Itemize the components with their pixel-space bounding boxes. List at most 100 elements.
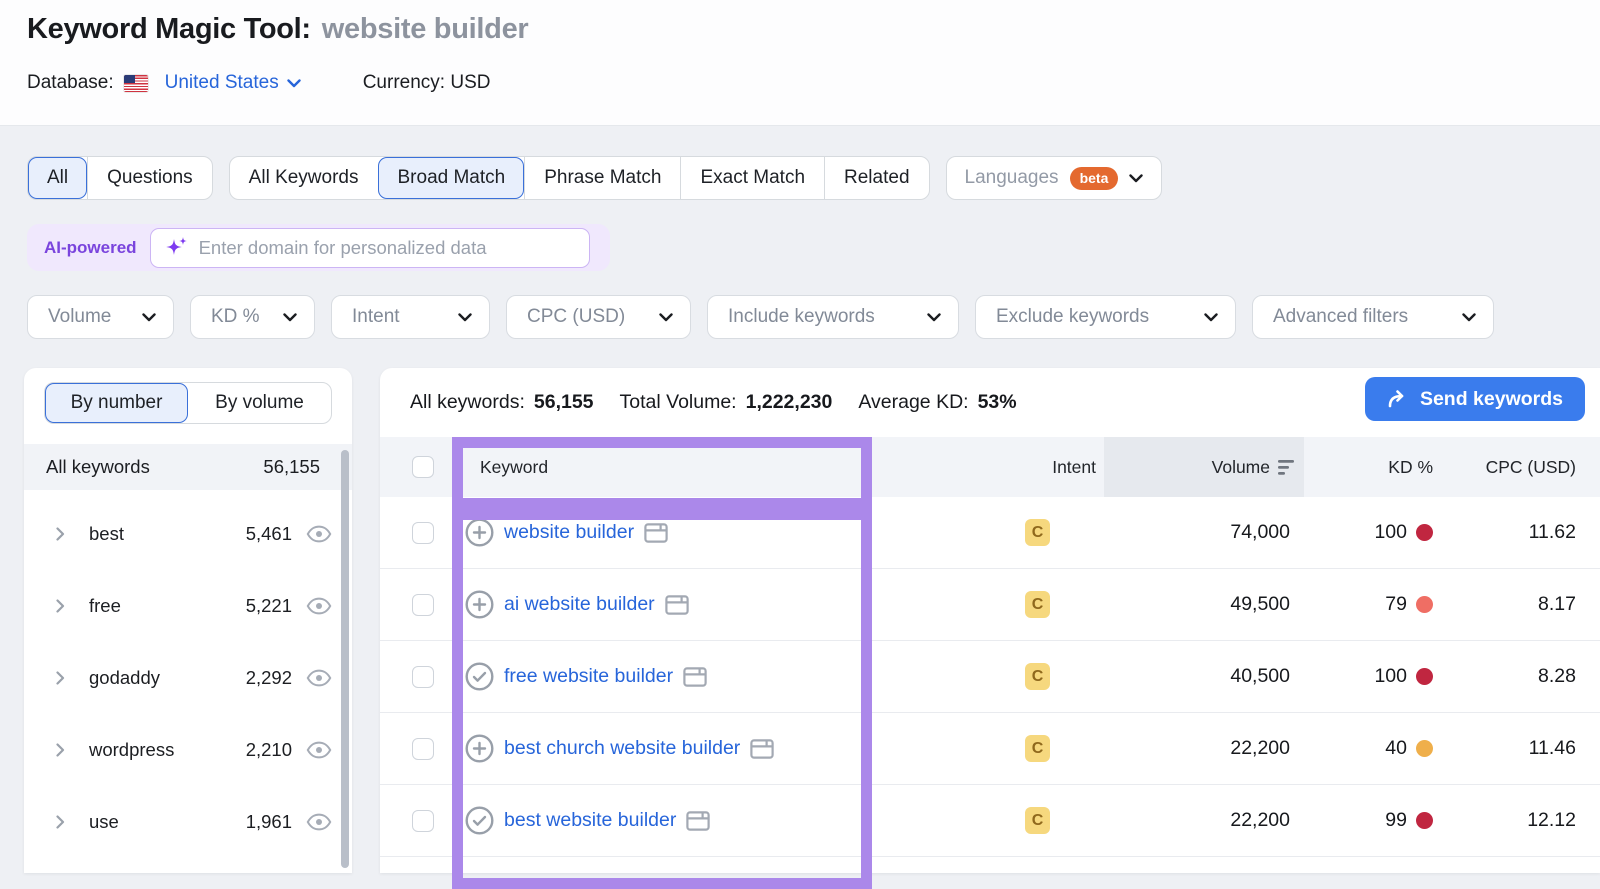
chevron-down-icon bbox=[287, 78, 301, 88]
column-header-intent: Intent bbox=[1052, 456, 1096, 477]
keyword-link[interactable]: best church website builder bbox=[504, 737, 740, 760]
group-count: 5,461 bbox=[245, 523, 292, 544]
tab-exact-match[interactable]: Exact Match bbox=[680, 157, 824, 199]
keyword-group-row-free[interactable]: free 5,221 bbox=[24, 570, 352, 642]
tab-broad-match[interactable]: Broad Match bbox=[377, 157, 525, 199]
filter-label: Volume bbox=[48, 306, 112, 327]
group-label: godaddy bbox=[89, 667, 160, 688]
cpc-value: 11.62 bbox=[1528, 521, 1576, 543]
tab-phrase-match[interactable]: Phrase Match bbox=[524, 157, 680, 199]
all-keywords-value: 56,155 bbox=[533, 391, 594, 413]
send-arrow-icon bbox=[1387, 389, 1409, 409]
cpc-filter-dropdown[interactable]: CPC (USD) bbox=[506, 295, 691, 339]
beta-badge: beta bbox=[1069, 166, 1119, 190]
languages-dropdown[interactable]: Languages beta bbox=[945, 156, 1163, 200]
kd-difficulty-dot bbox=[1416, 524, 1433, 541]
kd-value: 99 bbox=[1385, 809, 1407, 831]
match-type-group: All Keywords Broad Match Phrase Match Ex… bbox=[228, 156, 930, 200]
filter-label: Include keywords bbox=[728, 306, 875, 327]
page-header: Keyword Magic Tool: website builder Data… bbox=[0, 0, 1600, 126]
intent-filter-dropdown[interactable]: Intent bbox=[331, 295, 490, 339]
kd-difficulty-dot bbox=[1416, 812, 1433, 829]
ai-powered-bar: AI-powered bbox=[27, 224, 610, 271]
cpc-value: 8.28 bbox=[1538, 665, 1576, 687]
keyword-added-icon[interactable] bbox=[465, 806, 494, 835]
serp-preview-icon[interactable] bbox=[683, 666, 707, 687]
add-keyword-icon[interactable] bbox=[465, 734, 494, 763]
chevron-right-icon bbox=[56, 671, 65, 685]
group-label: use bbox=[89, 811, 119, 832]
serp-preview-icon[interactable] bbox=[750, 738, 774, 759]
cpc-value: 11.46 bbox=[1528, 737, 1576, 759]
kd-value: 100 bbox=[1374, 665, 1407, 687]
row-checkbox[interactable] bbox=[412, 809, 434, 832]
serp-preview-icon[interactable] bbox=[644, 522, 668, 543]
row-checkbox[interactable] bbox=[412, 665, 434, 688]
table-row: best website builder C 22,200 99 12.12 bbox=[380, 785, 1600, 857]
row-checkbox[interactable] bbox=[412, 737, 434, 760]
all-keywords-group-row[interactable]: All keywords 56,155 bbox=[24, 444, 352, 490]
serp-preview-icon[interactable] bbox=[664, 594, 689, 615]
keyword-group-row-godaddy[interactable]: godaddy 2,292 bbox=[24, 642, 352, 714]
volume-value: 49,500 bbox=[1230, 593, 1290, 615]
kd-difficulty-dot bbox=[1416, 740, 1433, 757]
domain-input[interactable] bbox=[198, 236, 577, 259]
advanced-filters-dropdown[interactable]: Advanced filters bbox=[1252, 295, 1494, 339]
keyword-added-icon[interactable] bbox=[465, 662, 494, 691]
volume-filter-dropdown[interactable]: Volume bbox=[27, 295, 174, 339]
intent-badge-commercial: C bbox=[1025, 519, 1050, 546]
chevron-down-icon bbox=[458, 312, 472, 322]
languages-label: Languages bbox=[964, 167, 1059, 188]
database-selector[interactable]: United States bbox=[114, 72, 301, 94]
tab-by-number[interactable]: By number bbox=[45, 383, 188, 423]
add-keyword-icon[interactable] bbox=[465, 590, 494, 619]
keyword-groups-sidebar: By number By volume All keywords 56,155 … bbox=[24, 368, 352, 873]
chevron-right-icon bbox=[56, 815, 65, 829]
database-label: Database: bbox=[27, 72, 114, 93]
chevron-right-icon bbox=[56, 743, 65, 757]
total-volume-label: Total Volume: bbox=[619, 391, 737, 413]
keyword-link[interactable]: ai website builder bbox=[504, 593, 655, 616]
table-row: website builder C 74,000 100 11.62 bbox=[380, 497, 1600, 569]
filters-toolbar: Volume KD % Intent CPC (USD) Include key… bbox=[27, 295, 1494, 339]
column-header-cpc: CPC (USD) bbox=[1485, 456, 1576, 477]
keyword-link[interactable]: best website builder bbox=[504, 809, 676, 832]
add-keyword-icon[interactable] bbox=[465, 518, 494, 547]
exclude-keywords-dropdown[interactable]: Exclude keywords bbox=[975, 295, 1236, 339]
keyword-group-row-use[interactable]: use 1,961 bbox=[24, 786, 352, 858]
include-keywords-dropdown[interactable]: Include keywords bbox=[707, 295, 959, 339]
keyword-link[interactable]: free website builder bbox=[504, 665, 673, 688]
tool-title: Keyword Magic Tool: bbox=[27, 13, 311, 45]
serp-preview-icon[interactable] bbox=[686, 810, 711, 831]
keyword-link[interactable]: website builder bbox=[504, 521, 634, 544]
sidebar-scrollbar[interactable] bbox=[341, 450, 349, 868]
send-keywords-button[interactable]: Send keywords bbox=[1364, 377, 1585, 421]
tab-questions[interactable]: Questions bbox=[87, 157, 212, 199]
column-header-kd: KD % bbox=[1388, 456, 1433, 477]
all-keywords-label: All keywords: bbox=[410, 391, 525, 413]
tab-by-volume[interactable]: By volume bbox=[188, 383, 331, 423]
eye-icon[interactable] bbox=[306, 741, 332, 759]
tab-all-keywords[interactable]: All Keywords bbox=[230, 157, 378, 199]
eye-icon[interactable] bbox=[306, 525, 332, 543]
sort-descending-icon bbox=[1278, 459, 1300, 476]
chevron-down-icon bbox=[659, 312, 673, 322]
select-all-checkbox[interactable] bbox=[412, 456, 434, 478]
kd-filter-dropdown[interactable]: KD % bbox=[190, 295, 315, 339]
eye-icon[interactable] bbox=[306, 597, 332, 615]
chevron-down-icon bbox=[1462, 312, 1476, 322]
currency-value: USD bbox=[450, 72, 491, 93]
intent-badge-commercial: C bbox=[1025, 735, 1050, 762]
eye-icon[interactable] bbox=[306, 669, 332, 687]
tab-all[interactable]: All bbox=[28, 157, 88, 199]
row-checkbox[interactable] bbox=[412, 593, 434, 616]
group-label: free bbox=[89, 595, 121, 616]
tab-related[interactable]: Related bbox=[824, 157, 929, 199]
filter-label: KD % bbox=[211, 306, 260, 327]
keyword-group-row-best[interactable]: best 5,461 bbox=[24, 498, 352, 570]
keyword-group-row-wordpress[interactable]: wordpress 2,210 bbox=[24, 714, 352, 786]
eye-icon[interactable] bbox=[306, 813, 332, 831]
group-label: All keywords bbox=[46, 456, 150, 477]
row-checkbox[interactable] bbox=[412, 521, 434, 544]
column-header-volume[interactable]: Volume bbox=[1104, 437, 1304, 497]
